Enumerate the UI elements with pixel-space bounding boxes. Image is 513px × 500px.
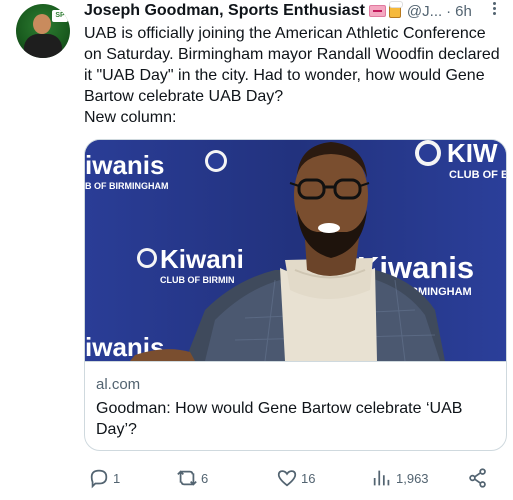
tweet-text: UAB is officially joining the American A…	[84, 23, 504, 128]
card-meta[interactable]: al.com Goodman: How would Gene Bartow ce…	[85, 361, 506, 450]
card-photo: iwanis B OF BIRMINGHAM KIW CLUB OF E Kiw…	[85, 140, 507, 361]
tweet-text-line: New column:	[84, 109, 177, 126]
author-display-name[interactable]: Joseph Goodman, Sports Enthusiast	[84, 2, 365, 20]
timestamp[interactable]: 6h	[455, 3, 472, 20]
share-icon	[469, 468, 486, 488]
author-handle[interactable]: @J...	[407, 3, 442, 20]
share-button[interactable]	[467, 466, 489, 490]
kiwanis-logo-text: iwanis	[85, 150, 164, 180]
separator-dot: ·	[446, 2, 452, 20]
views-icon	[373, 470, 390, 486]
repost-button[interactable]: 6	[176, 466, 208, 490]
ticket-emoji-icon	[368, 5, 386, 17]
card-domain: al.com	[96, 376, 141, 393]
avatar-face	[33, 14, 51, 34]
reply-count: 1	[113, 470, 121, 486]
repost-icon	[177, 470, 197, 486]
views-button[interactable]: 1,963	[371, 466, 429, 490]
tweet-text-line: UAB is officially joining the American A…	[84, 25, 500, 105]
avatar-badge: SP	[52, 10, 68, 22]
kiwanis-club-text: CLUB OF E	[449, 169, 507, 181]
repost-count: 6	[201, 470, 209, 486]
action-bar: 1 6 16 1,963	[84, 466, 504, 490]
heart-icon	[277, 470, 297, 487]
more-icon[interactable]	[486, 0, 502, 20]
card-title: Goodman: How would Gene Bartow celebrate…	[96, 400, 463, 438]
beer-emoji-icon	[388, 1, 403, 18]
avatar-shirt	[24, 34, 62, 58]
like-button[interactable]: 16	[276, 466, 315, 490]
like-count: 16	[301, 470, 316, 486]
link-card[interactable]: iwanis B OF BIRMINGHAM KIW CLUB OF E Kiw…	[84, 139, 507, 451]
avatar[interactable]: SP	[16, 4, 70, 58]
reply-icon	[90, 469, 108, 489]
kiwanis-club-text: CLUB OF BIRMIN	[160, 275, 235, 285]
card-image[interactable]: iwanis B OF BIRMINGHAM KIW CLUB OF E Kiw…	[85, 140, 507, 361]
reply-button[interactable]: 1	[88, 466, 120, 490]
kiwanis-club-text: B OF BIRMINGHAM	[85, 181, 169, 191]
views-count: 1,963	[396, 470, 429, 486]
kiwanis-logo-text: KIW	[447, 140, 498, 168]
kiwanis-logo-text: Kiwani	[160, 244, 244, 274]
tweet-header: Joseph Goodman, Sports Enthusiast @J... …	[84, 0, 472, 22]
